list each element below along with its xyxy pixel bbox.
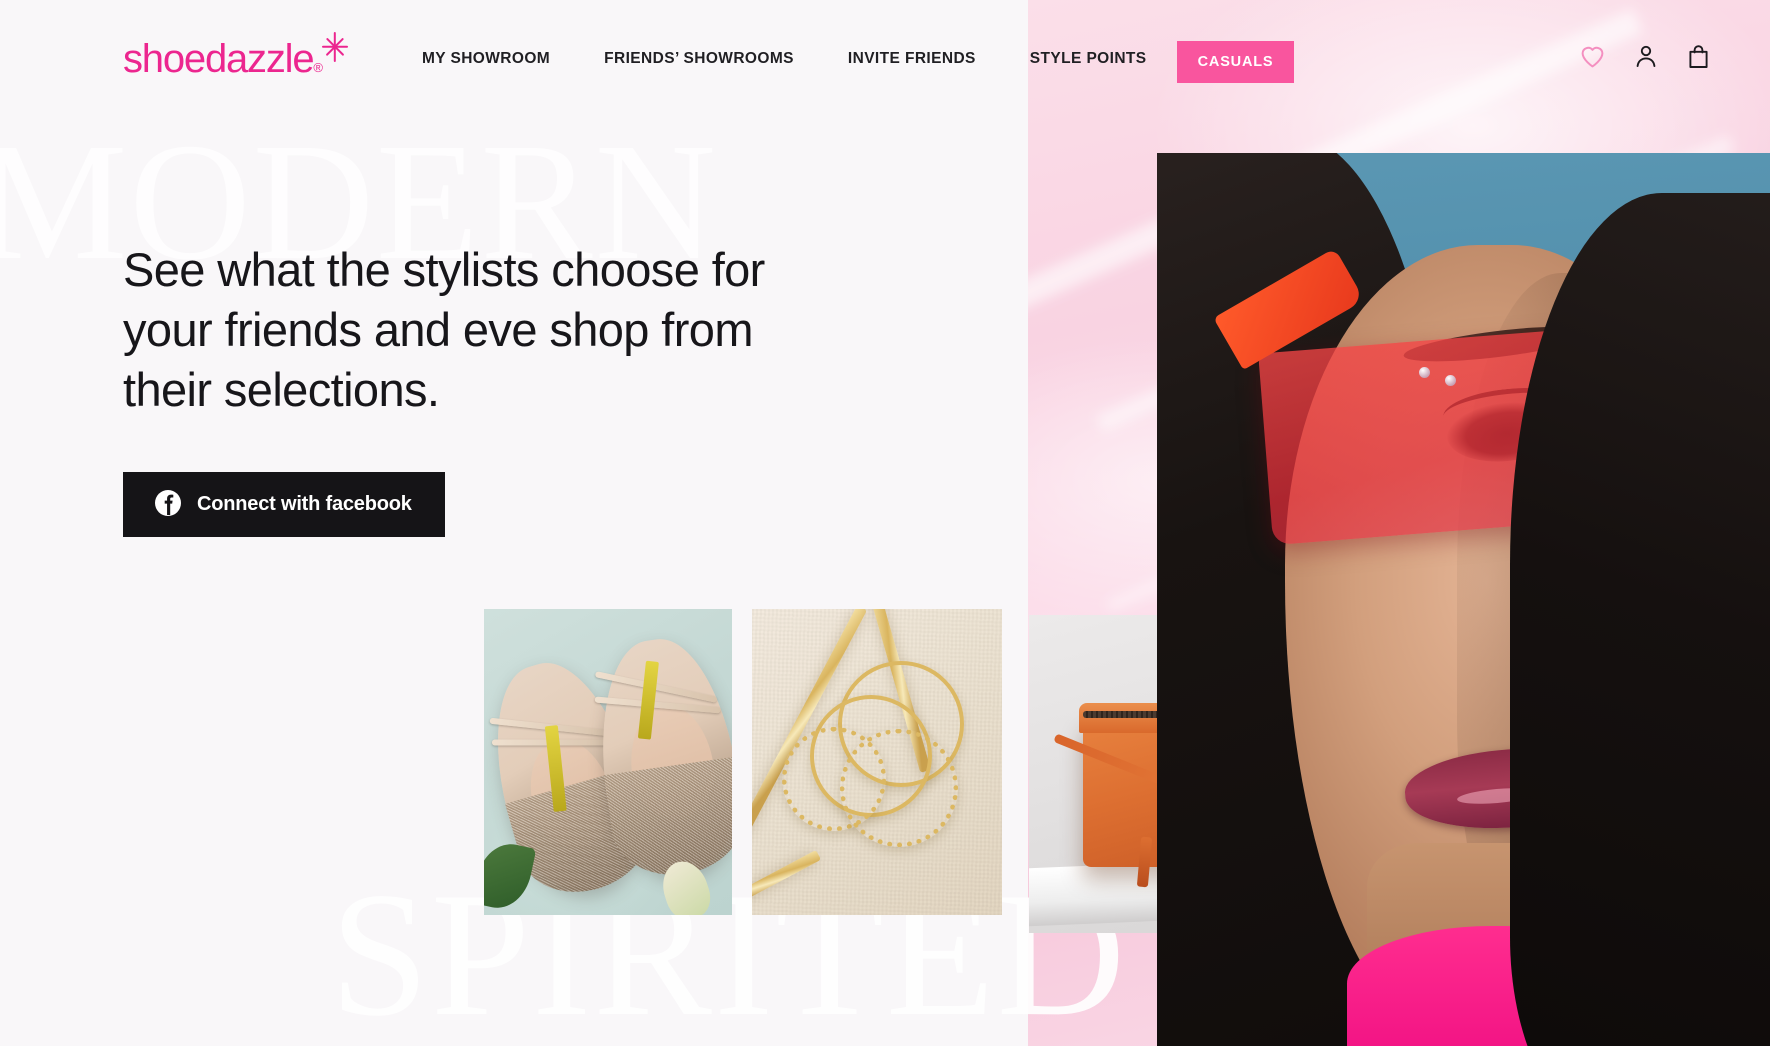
connect-with-facebook-button[interactable]: Connect with facebook [123, 472, 445, 537]
site-header: shoedazzle® MY SHOWROOM FRIENDS’ SHOWROO… [0, 0, 1770, 126]
header-icon-group [1580, 44, 1710, 69]
thumbnail-shoes[interactable] [484, 609, 732, 915]
shoedazzle-logo[interactable]: shoedazzle® [123, 32, 352, 89]
main-navigation: MY SHOWROOM FRIENDS’ SHOWROOMS INVITE FR… [422, 50, 1147, 68]
page-title: See what the stylists choose for your fr… [123, 243, 765, 416]
nav-style-points[interactable]: STYLE POINTS [1030, 50, 1147, 68]
nav-friends-showrooms[interactable]: FRIENDS’ SHOWROOMS [604, 50, 794, 68]
logo-wordmark: shoedazzle® [123, 37, 323, 89]
thumbnail-jewelry[interactable] [752, 609, 1002, 915]
sparkle-star-icon [318, 30, 352, 64]
nav-invite-friends[interactable]: INVITE FRIENDS [848, 50, 976, 68]
heart-icon[interactable] [1580, 45, 1605, 68]
nav-my-showroom[interactable]: MY SHOWROOM [422, 50, 550, 68]
facebook-button-label: Connect with facebook [197, 493, 412, 515]
user-account-icon[interactable] [1634, 44, 1658, 69]
shopping-bag-icon[interactable] [1687, 44, 1710, 69]
hero-model-photo [1157, 153, 1770, 1046]
casuals-button[interactable]: CASUALS [1177, 41, 1294, 83]
logo-text: shoedazzle [123, 37, 315, 81]
facebook-icon [155, 490, 181, 519]
hero-content: See what the stylists choose for your fr… [123, 240, 853, 537]
page-root: MODERN SPIRITED shoedazzle® MY SHOWROOM … [0, 0, 1770, 1046]
